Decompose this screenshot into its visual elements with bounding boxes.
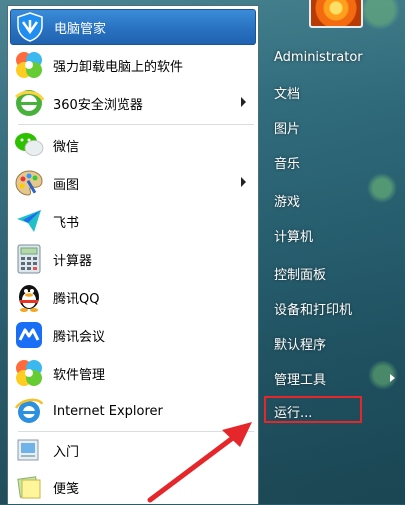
paper-plane-icon bbox=[13, 205, 45, 237]
wechat-icon bbox=[13, 129, 45, 161]
menu-item-wechat[interactable]: 微信 bbox=[10, 127, 256, 163]
menu-item-label: 入门 bbox=[53, 444, 80, 460]
right-item-control-panel[interactable]: 控制面板 bbox=[265, 258, 365, 288]
right-item-documents[interactable]: 文档 bbox=[265, 77, 365, 107]
colorful-clover-icon bbox=[13, 357, 45, 389]
menu-item-software-manager[interactable]: 软件管理 bbox=[10, 355, 256, 391]
menu-item-calculator[interactable]: 计算器 bbox=[10, 241, 256, 277]
right-item-default-programs[interactable]: 默认程序 bbox=[265, 328, 365, 358]
menu-item-uninstall[interactable]: 强力卸载电脑上的软件 bbox=[10, 47, 256, 83]
menu-item-label: 强力卸载电脑上的软件 bbox=[53, 59, 184, 75]
right-item-music[interactable]: 音乐 bbox=[265, 147, 365, 177]
menu-item-paint[interactable]: 画图 bbox=[10, 165, 256, 201]
submenu-arrow-icon bbox=[241, 97, 246, 107]
colorful-clover-icon bbox=[13, 49, 45, 81]
menu-item-pc-manager[interactable]: 电脑管家 bbox=[10, 9, 256, 45]
menu-item-tencent-meeting[interactable]: 腾讯会议 bbox=[10, 317, 256, 353]
calculator-icon bbox=[13, 243, 45, 275]
menu-item-internet-explorer[interactable]: Internet Explorer bbox=[10, 393, 256, 429]
ie-icon bbox=[13, 395, 45, 427]
menu-item-label: 电脑管家 bbox=[54, 21, 107, 37]
user-name-link[interactable]: Administrator bbox=[265, 42, 365, 72]
menu-item-feishu[interactable]: 飞书 bbox=[10, 203, 256, 239]
paint-palette-icon bbox=[13, 167, 45, 199]
sticky-note-icon bbox=[13, 471, 45, 503]
menu-item-qq[interactable]: 腾讯QQ bbox=[10, 279, 256, 315]
right-item-devices-printers[interactable]: 设备和打印机 bbox=[265, 293, 365, 323]
menu-item-label: 腾讯QQ bbox=[53, 291, 100, 307]
menu-item-label: Internet Explorer bbox=[53, 403, 163, 419]
menu-item-sticky-notes[interactable]: 便笺 bbox=[10, 469, 256, 505]
right-item-admin-tools[interactable]: 管理工具 bbox=[265, 363, 365, 393]
programs-panel: 电脑管家 强力卸载电脑上的软件 360安全浏览器 微信 画图 飞书 计算器 腾讯… bbox=[7, 5, 259, 504]
meeting-icon bbox=[13, 319, 45, 351]
menu-item-label: 便笺 bbox=[53, 481, 80, 497]
submenu-arrow-icon bbox=[241, 177, 246, 187]
menu-item-label: 画图 bbox=[53, 177, 80, 193]
menu-item-360-browser[interactable]: 360安全浏览器 bbox=[10, 85, 256, 121]
menu-separator bbox=[18, 124, 254, 125]
menu-item-label: 软件管理 bbox=[53, 367, 106, 383]
shield-icon bbox=[14, 11, 46, 43]
menu-item-label: 计算器 bbox=[53, 253, 93, 269]
right-item-games[interactable]: 游戏 bbox=[265, 185, 365, 215]
right-item-computer[interactable]: 计算机 bbox=[265, 220, 365, 250]
menu-item-label: 腾讯会议 bbox=[53, 329, 106, 345]
getting-started-icon bbox=[13, 434, 45, 466]
run-highlight-box bbox=[264, 396, 362, 423]
user-avatar-flower[interactable] bbox=[309, 0, 363, 28]
menu-item-label: 微信 bbox=[53, 139, 80, 155]
menu-item-getting-started[interactable]: 入门 bbox=[10, 432, 256, 468]
right-item-pictures[interactable]: 图片 bbox=[265, 112, 365, 142]
menu-item-label: 360安全浏览器 bbox=[53, 97, 143, 113]
submenu-arrow-icon bbox=[390, 374, 395, 382]
browser-360-icon bbox=[13, 87, 45, 119]
qq-penguin-icon bbox=[13, 281, 45, 313]
menu-item-label: 飞书 bbox=[53, 215, 80, 231]
